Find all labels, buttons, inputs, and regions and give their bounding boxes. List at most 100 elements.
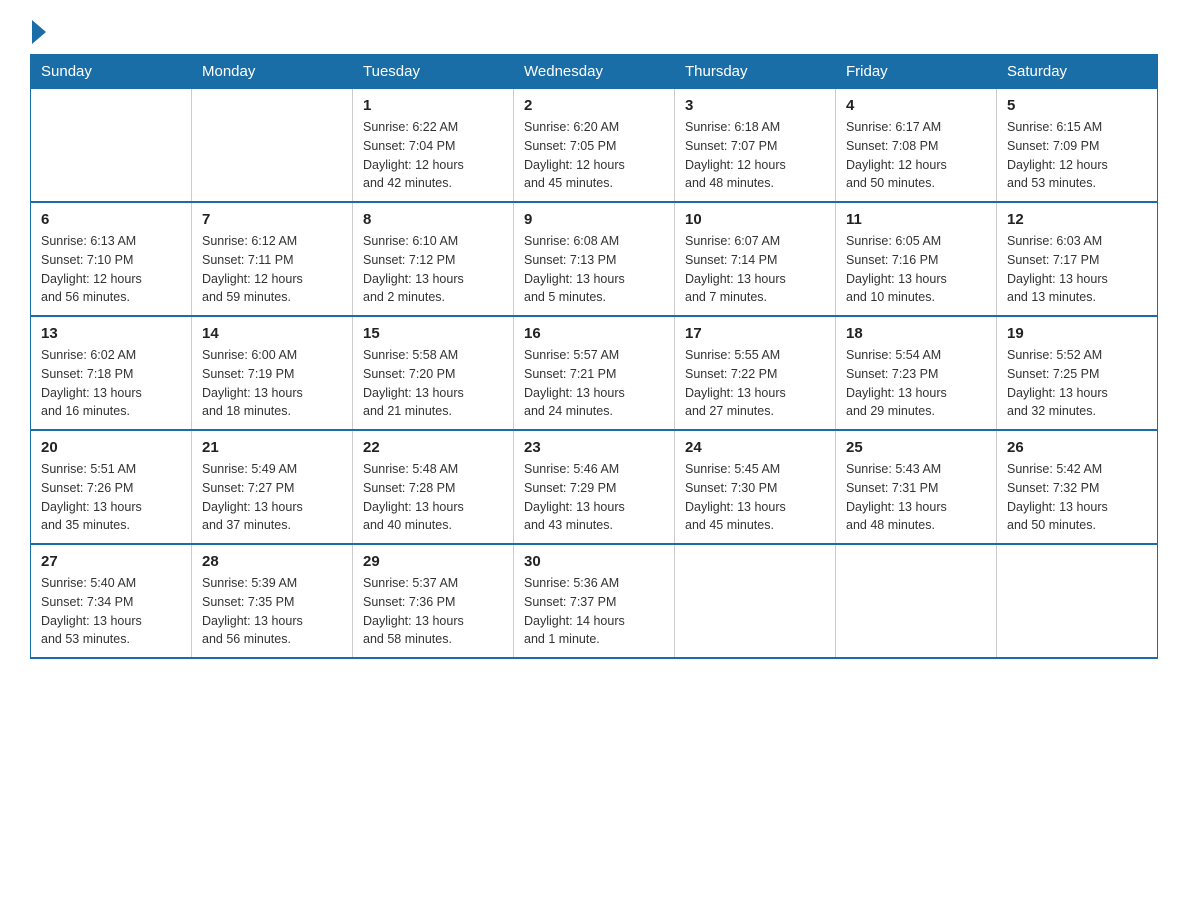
calendar-cell: 20Sunrise: 5:51 AM Sunset: 7:26 PM Dayli… — [31, 430, 192, 544]
weekday-header-tuesday: Tuesday — [353, 55, 514, 89]
calendar-cell: 25 Sunrise: 5:43 AM Sunset: 7:31 PM Dayli… — [836, 430, 997, 544]
day-number: 26 — [1007, 439, 1147, 456]
calendar-week-1: 1 Sunrise: 6:22 AM Sunset: 7:04 PM Daylig… — [31, 89, 1158, 203]
day-number: 14 — [202, 325, 342, 342]
day-info: Sunrise: 6:20 AM Sunset: 7:05 PM Dayligh… — [524, 118, 664, 193]
calendar-cell — [192, 89, 353, 203]
day-number: 9 — [524, 211, 664, 228]
calendar-cell: 11 Sunrise: 6:05 AM Sunset: 7:16 PM Dayli… — [836, 202, 997, 316]
day-number: 11 — [846, 211, 986, 228]
calendar-cell: 28 Sunrise: 5:39 AM Sunset: 7:35 PM Dayli… — [192, 544, 353, 658]
day-number: 15 — [363, 325, 503, 342]
day-number: 18 — [846, 325, 986, 342]
calendar-cell: 3Sunrise: 6:18 AM Sunset: 7:07 PM Daylig… — [675, 89, 836, 203]
weekday-header-sunday: Sunday — [31, 55, 192, 89]
day-info: Sunrise: 5:49 AM Sunset: 7:27 PM Dayligh… — [202, 460, 342, 535]
day-number: 8 — [363, 211, 503, 228]
calendar-cell: 16 Sunrise: 5:57 AM Sunset: 7:21 PM Dayli… — [514, 316, 675, 430]
day-info: Sunrise: 6:08 AM Sunset: 7:13 PM Dayligh… — [524, 232, 664, 307]
day-number: 19 — [1007, 325, 1147, 342]
day-number: 24 — [685, 439, 825, 456]
day-info: Sunrise: 5:46 AM Sunset: 7:29 PM Dayligh… — [524, 460, 664, 535]
logo-arrow-icon — [32, 20, 46, 44]
day-info: Sunrise: 5:36 AM Sunset: 7:37 PM Dayligh… — [524, 574, 664, 649]
day-info: Sunrise: 5:57 AM Sunset: 7:21 PM Dayligh… — [524, 346, 664, 421]
calendar-week-2: 6 Sunrise: 6:13 AM Sunset: 7:10 PM Daylig… — [31, 202, 1158, 316]
calendar-cell — [997, 544, 1158, 658]
day-info: Sunrise: 6:15 AM Sunset: 7:09 PM Dayligh… — [1007, 118, 1147, 193]
calendar-table: SundayMondayTuesdayWednesdayThursdayFrid… — [30, 54, 1158, 659]
day-number: 6 — [41, 211, 181, 228]
day-number: 16 — [524, 325, 664, 342]
day-number: 21 — [202, 439, 342, 456]
weekday-header-wednesday: Wednesday — [514, 55, 675, 89]
day-number: 1 — [363, 97, 503, 114]
calendar-cell: 15 Sunrise: 5:58 AM Sunset: 7:20 PM Dayli… — [353, 316, 514, 430]
calendar-week-4: 20Sunrise: 5:51 AM Sunset: 7:26 PM Dayli… — [31, 430, 1158, 544]
day-info: Sunrise: 6:02 AM Sunset: 7:18 PM Dayligh… — [41, 346, 181, 421]
logo — [30, 20, 48, 44]
calendar-cell: 19 Sunrise: 5:52 AM Sunset: 7:25 PM Dayli… — [997, 316, 1158, 430]
day-number: 5 — [1007, 97, 1147, 114]
day-info: Sunrise: 5:52 AM Sunset: 7:25 PM Dayligh… — [1007, 346, 1147, 421]
calendar-cell: 14Sunrise: 6:00 AM Sunset: 7:19 PM Dayli… — [192, 316, 353, 430]
day-info: Sunrise: 5:48 AM Sunset: 7:28 PM Dayligh… — [363, 460, 503, 535]
calendar-cell: 7 Sunrise: 6:12 AM Sunset: 7:11 PM Daylig… — [192, 202, 353, 316]
calendar-cell: 1 Sunrise: 6:22 AM Sunset: 7:04 PM Daylig… — [353, 89, 514, 203]
calendar-week-3: 13 Sunrise: 6:02 AM Sunset: 7:18 PM Dayli… — [31, 316, 1158, 430]
day-number: 20 — [41, 439, 181, 456]
weekday-header-friday: Friday — [836, 55, 997, 89]
calendar-cell: 18 Sunrise: 5:54 AM Sunset: 7:23 PM Dayli… — [836, 316, 997, 430]
day-number: 29 — [363, 553, 503, 570]
day-number: 10 — [685, 211, 825, 228]
day-info: Sunrise: 6:22 AM Sunset: 7:04 PM Dayligh… — [363, 118, 503, 193]
day-number: 27 — [41, 553, 181, 570]
day-info: Sunrise: 5:42 AM Sunset: 7:32 PM Dayligh… — [1007, 460, 1147, 535]
day-info: Sunrise: 6:13 AM Sunset: 7:10 PM Dayligh… — [41, 232, 181, 307]
calendar-cell: 29 Sunrise: 5:37 AM Sunset: 7:36 PM Dayli… — [353, 544, 514, 658]
day-number: 17 — [685, 325, 825, 342]
day-info: Sunrise: 6:12 AM Sunset: 7:11 PM Dayligh… — [202, 232, 342, 307]
day-info: Sunrise: 6:03 AM Sunset: 7:17 PM Dayligh… — [1007, 232, 1147, 307]
day-info: Sunrise: 5:55 AM Sunset: 7:22 PM Dayligh… — [685, 346, 825, 421]
day-info: Sunrise: 6:18 AM Sunset: 7:07 PM Dayligh… — [685, 118, 825, 193]
day-number: 7 — [202, 211, 342, 228]
day-info: Sunrise: 6:10 AM Sunset: 7:12 PM Dayligh… — [363, 232, 503, 307]
day-info: Sunrise: 5:43 AM Sunset: 7:31 PM Dayligh… — [846, 460, 986, 535]
calendar-cell: 22Sunrise: 5:48 AM Sunset: 7:28 PM Dayli… — [353, 430, 514, 544]
calendar-cell: 4 Sunrise: 6:17 AM Sunset: 7:08 PM Daylig… — [836, 89, 997, 203]
calendar-cell: 9 Sunrise: 6:08 AM Sunset: 7:13 PM Daylig… — [514, 202, 675, 316]
day-number: 25 — [846, 439, 986, 456]
day-number: 12 — [1007, 211, 1147, 228]
day-info: Sunrise: 5:58 AM Sunset: 7:20 PM Dayligh… — [363, 346, 503, 421]
calendar-cell: 10Sunrise: 6:07 AM Sunset: 7:14 PM Dayli… — [675, 202, 836, 316]
day-info: Sunrise: 6:05 AM Sunset: 7:16 PM Dayligh… — [846, 232, 986, 307]
calendar-cell: 12 Sunrise: 6:03 AM Sunset: 7:17 PM Dayli… — [997, 202, 1158, 316]
day-number: 13 — [41, 325, 181, 342]
weekday-header-thursday: Thursday — [675, 55, 836, 89]
calendar-week-5: 27 Sunrise: 5:40 AM Sunset: 7:34 PM Dayli… — [31, 544, 1158, 658]
day-info: Sunrise: 5:39 AM Sunset: 7:35 PM Dayligh… — [202, 574, 342, 649]
calendar-header: SundayMondayTuesdayWednesdayThursdayFrid… — [31, 55, 1158, 89]
calendar-cell: 2 Sunrise: 6:20 AM Sunset: 7:05 PM Daylig… — [514, 89, 675, 203]
weekday-row: SundayMondayTuesdayWednesdayThursdayFrid… — [31, 55, 1158, 89]
calendar-cell: 21 Sunrise: 5:49 AM Sunset: 7:27 PM Dayli… — [192, 430, 353, 544]
calendar-cell — [836, 544, 997, 658]
day-number: 23 — [524, 439, 664, 456]
calendar-cell: 24 Sunrise: 5:45 AM Sunset: 7:30 PM Dayli… — [675, 430, 836, 544]
page-header — [30, 20, 1158, 44]
day-number: 4 — [846, 97, 986, 114]
day-number: 2 — [524, 97, 664, 114]
day-info: Sunrise: 5:45 AM Sunset: 7:30 PM Dayligh… — [685, 460, 825, 535]
day-number: 28 — [202, 553, 342, 570]
day-info: Sunrise: 5:37 AM Sunset: 7:36 PM Dayligh… — [363, 574, 503, 649]
calendar-cell: 5 Sunrise: 6:15 AM Sunset: 7:09 PM Daylig… — [997, 89, 1158, 203]
calendar-cell: 17 Sunrise: 5:55 AM Sunset: 7:22 PM Dayli… — [675, 316, 836, 430]
calendar-cell: 26 Sunrise: 5:42 AM Sunset: 7:32 PM Dayli… — [997, 430, 1158, 544]
calendar-cell — [31, 89, 192, 203]
day-info: Sunrise: 6:17 AM Sunset: 7:08 PM Dayligh… — [846, 118, 986, 193]
day-info: Sunrise: 5:40 AM Sunset: 7:34 PM Dayligh… — [41, 574, 181, 649]
calendar-cell: 30Sunrise: 5:36 AM Sunset: 7:37 PM Dayli… — [514, 544, 675, 658]
day-info: Sunrise: 5:54 AM Sunset: 7:23 PM Dayligh… — [846, 346, 986, 421]
weekday-header-saturday: Saturday — [997, 55, 1158, 89]
